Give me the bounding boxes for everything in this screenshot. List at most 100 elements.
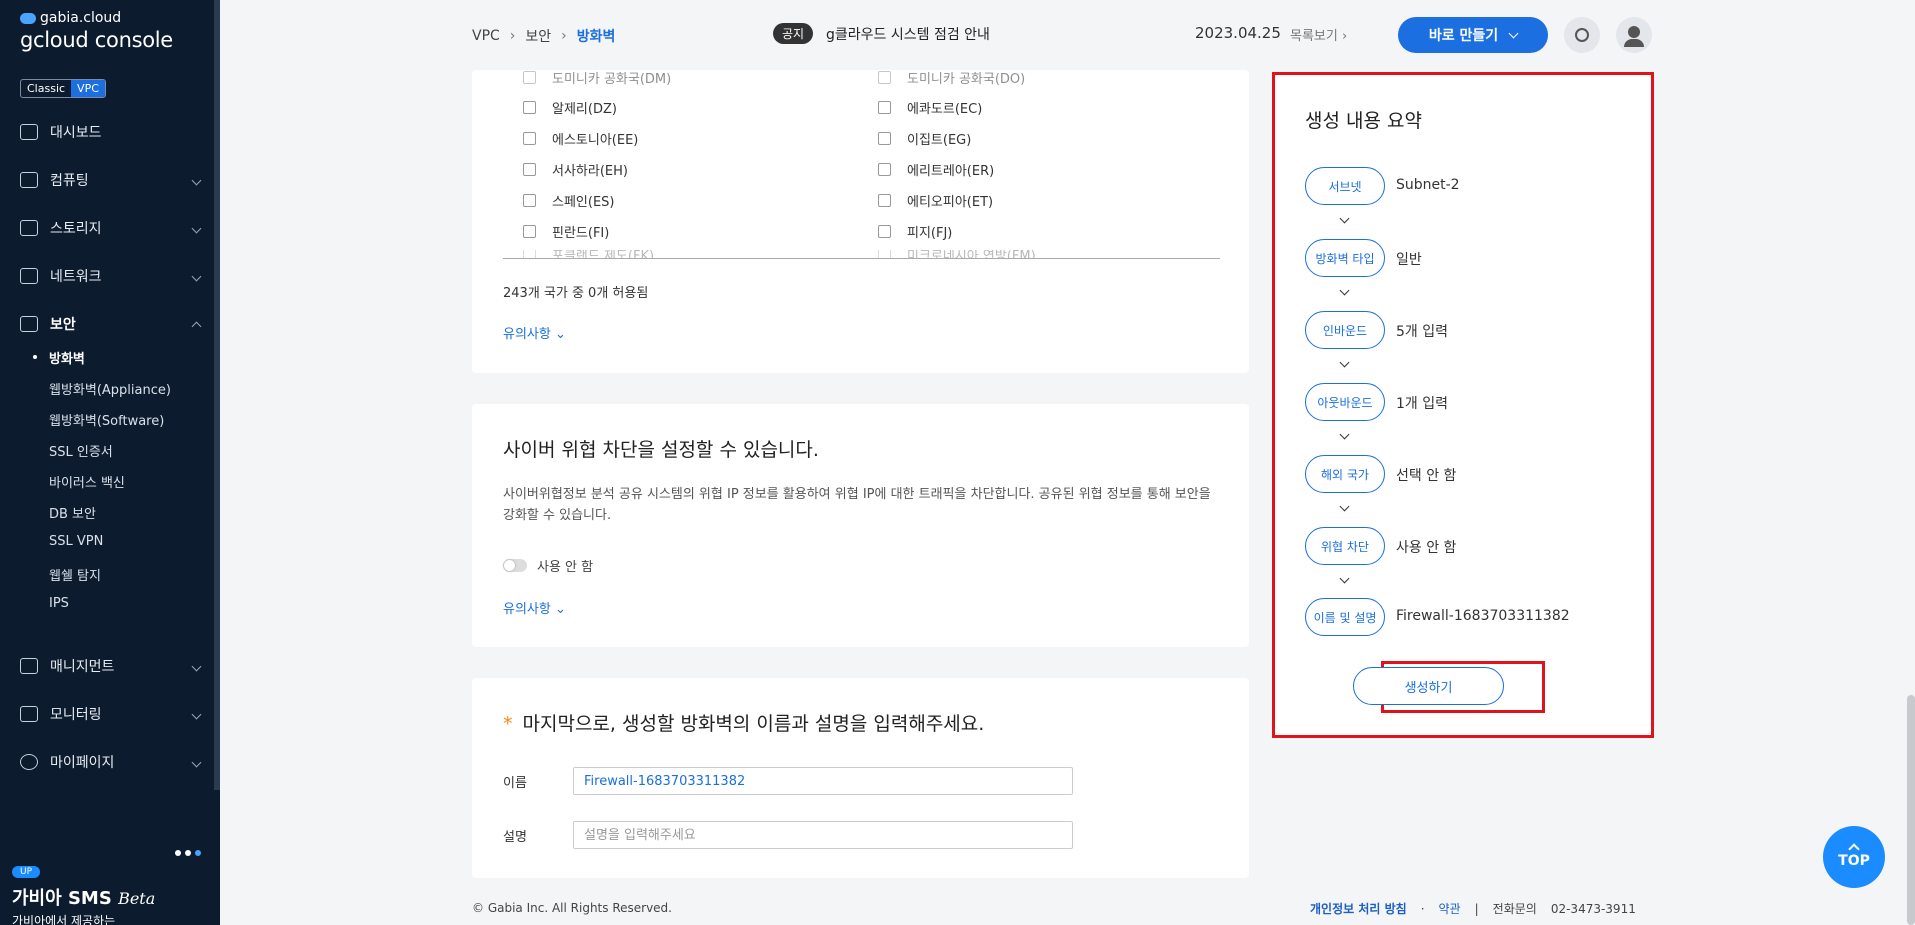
checkbox[interactable] [878, 71, 891, 84]
mode-classic[interactable]: Classic [21, 80, 71, 97]
nav-storage[interactable]: 스토리지 [20, 218, 202, 238]
checkbox[interactable] [523, 225, 536, 238]
nav-mypage[interactable]: 마이페이지 [20, 752, 202, 772]
nav-monitoring[interactable]: 모니터링 [20, 704, 202, 724]
summary-pill-outbound[interactable]: 아웃바운드 [1305, 383, 1385, 421]
sub-waf-software[interactable]: 웹방화벽(Software) [49, 410, 164, 429]
breadcrumb: VPC › 보안 › 방화벽 [472, 26, 615, 46]
nav-management[interactable]: 매니지먼트 [20, 656, 202, 676]
checkbox[interactable] [878, 194, 891, 207]
country-item[interactable]: 피지(FJ) [878, 222, 952, 241]
pager-dot-active[interactable] [195, 850, 201, 856]
page-scrollbar[interactable] [1907, 695, 1915, 925]
summary-pill-name[interactable]: 이름 및 설명 [1305, 598, 1385, 636]
summary-value-type: 일반 [1396, 252, 1422, 268]
country-note-link[interactable]: 유의사항 ⌄ [503, 323, 566, 342]
checkbox[interactable] [878, 225, 891, 238]
country-item[interactable]: 에리트레아(ER) [878, 160, 994, 179]
management-icon [20, 658, 38, 674]
terms-link[interactable]: 약관 [1439, 900, 1461, 917]
sub-ssl-cert[interactable]: SSL 인증서 [49, 441, 113, 460]
nav-computing-label: 컴퓨팅 [50, 173, 89, 189]
nav-dashboard[interactable]: 대시보드 [20, 122, 200, 142]
country-label: 도미니카 공화국(DM) [552, 72, 672, 87]
nav-computing[interactable]: 컴퓨팅 [20, 170, 202, 190]
promo-pager[interactable] [175, 850, 201, 856]
make-button[interactable]: 바로 만들기 [1398, 17, 1548, 53]
country-item[interactable]: 에콰도르(EC) [878, 98, 982, 117]
summary-pill-subnet[interactable]: 서브넷 [1305, 167, 1385, 205]
sub-antivirus[interactable]: 바이러스 백신 [49, 472, 125, 491]
notice-text[interactable]: g클라우드 시스템 점검 안내 [826, 24, 990, 44]
chevron-down-icon [1508, 28, 1519, 38]
mode-vpc[interactable]: VPC [71, 80, 105, 97]
country-item[interactable]: 서사하라(EH) [523, 160, 628, 179]
checkbox[interactable] [878, 101, 891, 114]
sub-ips[interactable]: IPS [49, 596, 69, 611]
sub-db-security[interactable]: DB 보안 [49, 503, 96, 522]
sub-ssl-vpn[interactable]: SSL VPN [49, 534, 103, 549]
checkbox[interactable] [523, 71, 536, 84]
create-button[interactable]: 생성하기 [1353, 667, 1504, 705]
list-link[interactable]: 목록보기 › [1290, 25, 1347, 44]
note-label: 유의사항 [503, 327, 551, 342]
privacy-link[interactable]: 개인정보 처리 방침 [1310, 900, 1407, 917]
sidebar: gabia.cloud gcloud console Classic VPC 대… [0, 0, 220, 925]
summary-pill-type[interactable]: 방화벽 타입 [1305, 239, 1385, 277]
country-item[interactable]: 에티오피아(ET) [878, 191, 993, 210]
cloud-icon [20, 12, 36, 24]
country-item[interactable]: 핀란드(FI) [523, 222, 609, 241]
profile-button[interactable] [1616, 17, 1652, 53]
sub-webshell[interactable]: 웹쉘 탐지 [49, 565, 101, 584]
crumb-separator-icon: › [509, 28, 516, 44]
nav-storage-label: 스토리지 [50, 221, 102, 237]
crumb-separator-icon: › [561, 28, 567, 44]
country-item[interactable]: 도미니카 공화국(DM) [523, 68, 671, 87]
name-input[interactable] [573, 767, 1073, 795]
summary-pill-country[interactable]: 해외 국가 [1305, 455, 1385, 493]
storage-icon [20, 220, 38, 236]
brand-logo[interactable]: gabia.cloud gcloud console [20, 10, 173, 52]
copyright: © Gabia Inc. All Rights Reserved. [472, 901, 672, 915]
summary-pill-threat[interactable]: 위협 차단 [1305, 527, 1385, 565]
mode-switch[interactable]: Classic VPC [20, 79, 106, 98]
checkbox[interactable] [878, 163, 891, 176]
crumb-vpc[interactable]: VPC [472, 28, 500, 44]
nav-dashboard-label: 대시보드 [50, 125, 102, 141]
checkbox[interactable] [878, 132, 891, 145]
cyber-note-link[interactable]: 유의사항 ⌄ [503, 598, 566, 617]
cyber-title: 사이버 위협 차단을 설정할 수 있습니다. [503, 439, 819, 461]
checkbox[interactable] [523, 163, 536, 176]
scroll-top-button[interactable]: TOP [1823, 826, 1885, 888]
summary-value-threat: 사용 안 함 [1396, 540, 1457, 556]
nav-security[interactable]: 보안 [20, 314, 202, 334]
country-item[interactable]: 스페인(ES) [523, 191, 615, 210]
notice-badge: 공지 [773, 23, 814, 44]
checkbox[interactable] [523, 194, 536, 207]
chevron-up-icon [191, 321, 202, 331]
phone-label: 전화문의 [1492, 902, 1537, 916]
sub-waf-appliance[interactable]: 웹방화벽(Appliance) [49, 379, 171, 398]
country-item[interactable]: 도미니카 공화국(DO) [878, 68, 1025, 87]
name-label: 이름 [503, 776, 527, 791]
promo-title[interactable]: 가비아 SMS Beta [12, 884, 155, 910]
cyber-toggle[interactable] [503, 559, 527, 572]
summary-pill-inbound[interactable]: 인바운드 [1305, 311, 1385, 349]
sidebar-scrollbar[interactable] [214, 0, 220, 790]
checkbox[interactable] [523, 101, 536, 114]
country-item[interactable]: 알제리(DZ) [523, 98, 617, 117]
country-label: 서사하라(EH) [552, 164, 628, 179]
chat-button[interactable] [1564, 17, 1600, 53]
pager-dot[interactable] [175, 850, 181, 856]
cyber-toggle-label: 사용 안 함 [537, 560, 594, 575]
country-label: 알제리(DZ) [552, 102, 617, 117]
sub-firewall[interactable]: 방화벽 [33, 348, 85, 367]
crumb-security[interactable]: 보안 [525, 26, 551, 46]
cyber-desc: 사이버위협정보 분석 공유 시스템의 위협 IP 정보를 활용하여 위협 IP에… [503, 487, 1211, 523]
country-item[interactable]: 에스토니아(EE) [523, 129, 638, 148]
desc-input[interactable] [573, 821, 1073, 849]
country-item[interactable]: 이집트(EG) [878, 129, 971, 148]
nav-network[interactable]: 네트워크 [20, 266, 202, 286]
pager-dot[interactable] [185, 850, 191, 856]
checkbox[interactable] [523, 132, 536, 145]
